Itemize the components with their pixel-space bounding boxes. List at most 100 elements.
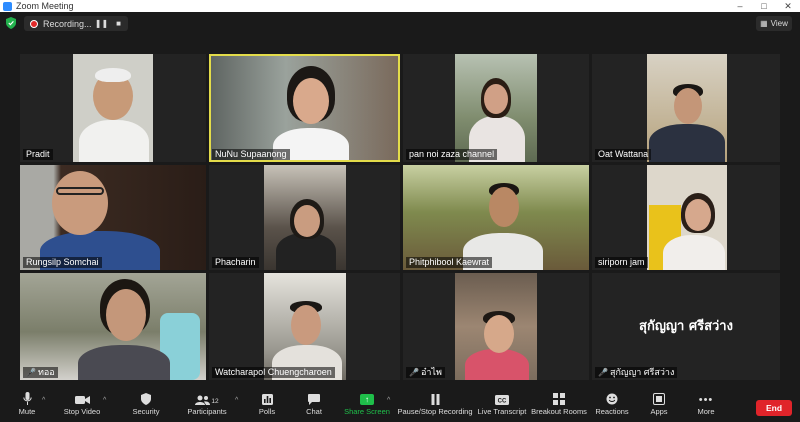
participant-video <box>647 165 727 270</box>
pause-recording-label: Pause/Stop Recording <box>397 407 473 416</box>
video-tile-phacharin[interactable]: Phacharin <box>209 165 400 270</box>
polls-label: Polls <box>258 407 276 416</box>
participant-name: Oat Wattana <box>595 149 652 160</box>
participant-name-text: สุกัญญา ศรีสว่าง <box>609 367 675 377</box>
window-title: Zoom Meeting <box>16 1 74 11</box>
video-tile-rungsilp[interactable]: Rungsilp Somchai <box>20 165 206 270</box>
participant-name-text: ทออ <box>37 367 55 377</box>
participant-video <box>73 54 153 162</box>
live-transcript-label: Live Transcript <box>477 407 527 416</box>
stop-video-button[interactable]: Stop Video <box>62 389 102 422</box>
participant-video <box>211 56 398 160</box>
share-options-caret-icon[interactable]: ^ <box>387 397 390 404</box>
window-titlebar: Zoom Meeting – □ ✕ <box>0 0 800 12</box>
participant-video <box>455 273 537 380</box>
participants-icon <box>195 395 211 405</box>
pause-stop-recording-button[interactable]: Pause/Stop Recording <box>397 389 473 422</box>
stop-recording-icon[interactable]: ■ <box>116 19 121 28</box>
video-tile-pannoi[interactable]: pan noi zaza channel <box>403 54 589 162</box>
participant-video <box>264 165 346 270</box>
chat-icon <box>308 394 320 405</box>
mute-button[interactable]: Mute <box>14 389 40 422</box>
video-tile-phitphibool[interactable]: Phitphibool Kaewrat <box>403 165 589 270</box>
reactions-label: Reactions <box>595 407 629 416</box>
participant-name: 🎤 ทออ <box>23 367 58 378</box>
pause-icon <box>431 394 439 405</box>
participant-video <box>20 273 206 380</box>
zoom-logo-icon <box>3 1 12 11</box>
recording-indicator[interactable]: Recording... ❚❚ ■ <box>24 16 128 31</box>
video-tile-nunu[interactable]: NuNu Supaanong <box>209 54 400 162</box>
participant-name: siriporn jam <box>595 257 648 268</box>
participant-name: Phacharin <box>212 257 259 268</box>
apps-label: Apps <box>650 407 668 416</box>
more-button[interactable]: ••• More <box>694 389 718 422</box>
minimize-button[interactable]: – <box>728 1 752 12</box>
video-tile-oat[interactable]: Oat Wattana <box>592 54 780 162</box>
apps-icon <box>653 393 665 405</box>
mute-label: Mute <box>18 407 36 416</box>
encryption-shield-icon[interactable] <box>6 17 16 29</box>
participants-count: 12 <box>211 398 219 405</box>
mic-muted-icon: 🎤 <box>598 368 608 377</box>
close-window-button[interactable]: ✕ <box>776 1 800 12</box>
svg-text:CC: CC <box>498 399 507 405</box>
apps-button[interactable]: Apps <box>648 389 670 422</box>
record-dot-icon <box>30 19 38 28</box>
breakout-rooms-icon <box>553 393 565 405</box>
video-tile-aphai[interactable]: 🎤 อ๋าไพ <box>403 273 589 380</box>
live-transcript-button[interactable]: CC Live Transcript <box>478 389 526 422</box>
reactions-smiley-icon <box>606 393 618 405</box>
shield-icon <box>141 393 151 405</box>
share-screen-icon: ↑ <box>360 394 374 405</box>
participant-video <box>455 54 537 162</box>
mute-options-caret-icon[interactable]: ^ <box>42 397 45 404</box>
stop-video-label: Stop Video <box>63 407 101 416</box>
video-camera-icon <box>74 396 90 404</box>
video-tile-thoo[interactable]: 🎤 ทออ <box>20 273 206 380</box>
gallery-grid: Pradit NuNu Supaanong pan noi zaza chann… <box>20 54 780 380</box>
participant-name: pan noi zaza channel <box>406 149 498 160</box>
view-label: View <box>770 19 788 28</box>
participants-options-caret-icon[interactable]: ^ <box>235 397 238 404</box>
more-dots-icon: ••• <box>698 394 714 406</box>
video-tile-siriporn[interactable]: siriporn jam <box>592 165 780 270</box>
video-tile-watcharapol[interactable]: Watcharapol Chuengcharoen <box>209 273 400 380</box>
microphone-icon <box>22 392 32 405</box>
share-screen-button[interactable]: ↑ Share Screen <box>344 389 390 422</box>
end-meeting-button[interactable]: End <box>756 400 792 416</box>
participants-button[interactable]: 12 Participants <box>186 389 228 422</box>
maximize-button[interactable]: □ <box>752 1 776 12</box>
chat-button[interactable]: Chat <box>302 389 326 422</box>
video-tile-sukanya[interactable]: สุกัญญา ศรีสว่าง 🎤 สุกัญญา ศรีสว่าง <box>592 273 780 380</box>
participant-video <box>647 54 727 162</box>
breakout-rooms-button[interactable]: Breakout Rooms <box>531 389 587 422</box>
recording-label: Recording... <box>43 18 92 29</box>
pause-recording-icon[interactable]: ❚❚ <box>95 19 108 28</box>
polls-button[interactable]: Polls <box>255 389 279 422</box>
participant-video <box>20 165 206 270</box>
share-screen-label: Share Screen <box>344 407 390 416</box>
meeting-topbar: Recording... ❚❚ ■ ▦ View <box>0 12 800 34</box>
grid-view-icon: ▦ <box>760 19 768 28</box>
mic-muted-icon: 🎤 <box>26 368 36 377</box>
participant-name: NuNu Supaanong <box>212 149 290 160</box>
participant-name: Pradit <box>23 149 53 160</box>
participant-name: Rungsilp Somchai <box>23 257 102 268</box>
video-options-caret-icon[interactable]: ^ <box>103 397 106 404</box>
participant-name: Phitphibool Kaewrat <box>406 257 493 268</box>
polls-icon <box>261 394 273 405</box>
breakout-rooms-label: Breakout Rooms <box>531 407 587 416</box>
window-controls: – □ ✕ <box>728 1 800 12</box>
participant-name-text: อ๋าไพ <box>420 367 442 377</box>
chat-label: Chat <box>306 407 322 416</box>
security-label: Security <box>132 407 160 416</box>
video-tile-pradit[interactable]: Pradit <box>20 54 206 162</box>
security-button[interactable]: Security <box>130 389 162 422</box>
more-label: More <box>697 407 715 416</box>
mic-muted-icon: 🎤 <box>409 368 419 377</box>
participant-video <box>264 273 346 380</box>
reactions-button[interactable]: Reactions <box>595 389 629 422</box>
participant-name: 🎤 อ๋าไพ <box>406 367 445 378</box>
view-button[interactable]: ▦ View <box>756 16 792 31</box>
